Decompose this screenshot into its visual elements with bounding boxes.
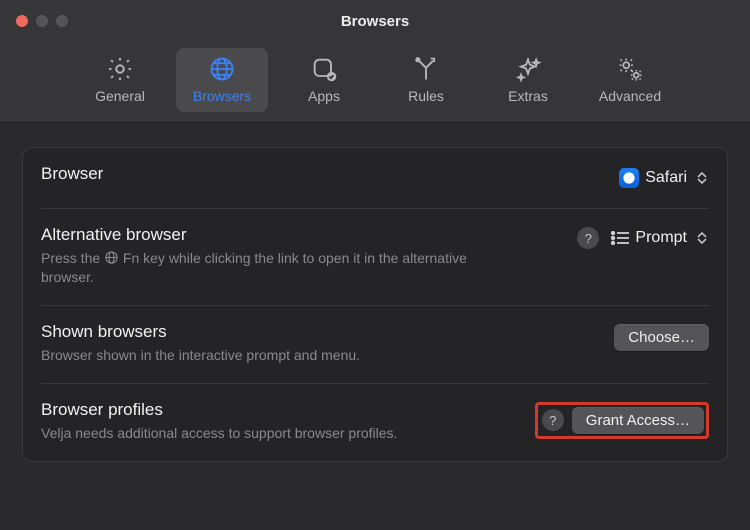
close-window-button[interactable]: [16, 15, 28, 27]
row-browser-profiles: Browser profiles Velja needs additional …: [41, 384, 709, 461]
tab-label: Rules: [408, 88, 444, 104]
preferences-toolbar: General Browsers Apps Rules Extras Advan…: [0, 42, 750, 123]
tab-label: Advanced: [599, 88, 661, 104]
up-down-icon: [697, 172, 707, 184]
gears-icon: [615, 54, 645, 84]
globe-inline-icon: [104, 250, 119, 265]
row-title: Shown browsers: [41, 322, 602, 342]
tab-extras[interactable]: Extras: [482, 48, 574, 112]
tab-browsers[interactable]: Browsers: [176, 48, 268, 112]
list-icon: [611, 231, 629, 245]
tab-label: Extras: [508, 88, 548, 104]
window-title: Browsers: [0, 13, 750, 30]
tab-advanced[interactable]: Advanced: [584, 48, 676, 112]
traffic-lights: [0, 15, 68, 27]
row-browser: Browser Safari: [41, 148, 709, 209]
row-alternative-browser: Alternative browser Press the Fn key whi…: [41, 209, 709, 306]
popup-value: Safari: [645, 169, 687, 187]
tab-label: General: [95, 88, 145, 104]
minimize-window-button[interactable]: [36, 15, 48, 27]
tab-rules[interactable]: Rules: [380, 48, 472, 112]
globe-icon: [207, 54, 237, 84]
choose-browsers-button[interactable]: Choose…: [614, 324, 709, 351]
row-title: Alternative browser: [41, 225, 565, 245]
up-down-icon: [697, 232, 707, 244]
row-title: Browser profiles: [41, 400, 523, 420]
safari-icon: [619, 168, 639, 188]
row-title: Browser: [41, 164, 605, 184]
tab-label: Browsers: [193, 88, 251, 104]
row-description: Velja needs additional access to support…: [41, 424, 481, 443]
zoom-window-button[interactable]: [56, 15, 68, 27]
app-badge-icon: [309, 54, 339, 84]
alt-browser-popup[interactable]: Prompt: [609, 227, 709, 249]
tab-apps[interactable]: Apps: [278, 48, 370, 112]
annotation-highlight: ? Grant Access…: [535, 402, 709, 439]
help-button[interactable]: ?: [542, 409, 564, 431]
tab-general[interactable]: General: [74, 48, 166, 112]
content-area: Browser Safari Alternative browser: [0, 123, 750, 486]
settings-panel: Browser Safari Alternative browser: [22, 147, 728, 462]
grant-access-button[interactable]: Grant Access…: [572, 407, 704, 434]
popup-value: Prompt: [635, 229, 687, 247]
row-description: Browser shown in the interactive prompt …: [41, 346, 481, 365]
sparkles-icon: [513, 54, 543, 84]
branch-icon: [411, 54, 441, 84]
tab-label: Apps: [308, 88, 340, 104]
row-shown-browsers: Shown browsers Browser shown in the inte…: [41, 306, 709, 384]
help-button[interactable]: ?: [577, 227, 599, 249]
titlebar: Browsers: [0, 0, 750, 42]
default-browser-popup[interactable]: Safari: [617, 166, 709, 190]
row-description: Press the Fn key while clicking the link…: [41, 249, 481, 287]
gear-icon: [105, 54, 135, 84]
